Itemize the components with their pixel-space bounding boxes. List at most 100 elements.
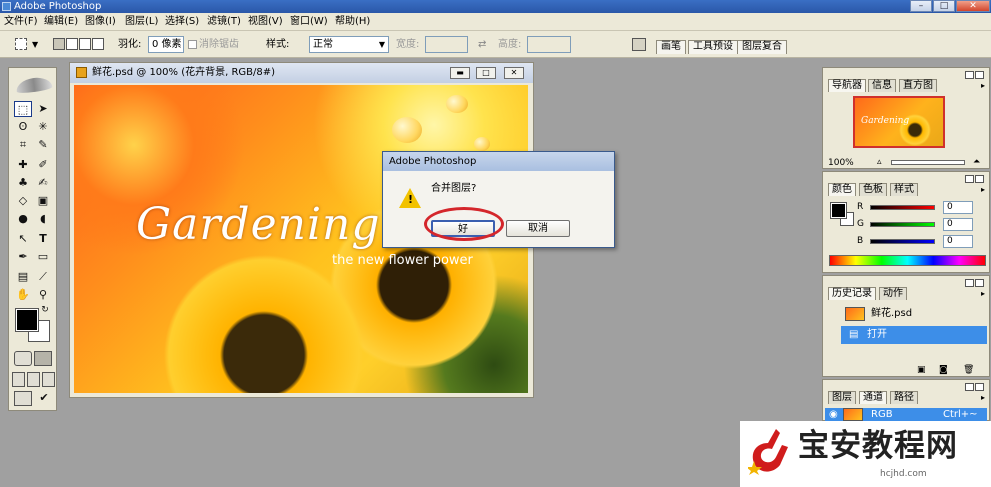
menu-help[interactable]: 帮助(H) [335,15,370,28]
panel-menu-arrow-icon[interactable]: ▸ [981,81,985,91]
style-select[interactable]: 正常 ▼ [309,36,389,53]
history-brush-tool-icon[interactable]: ✍ [34,175,52,191]
new-selection-icon[interactable] [53,38,65,50]
panel-minimize-icon[interactable] [965,71,974,79]
panel-close-icon[interactable] [975,175,984,183]
subtract-selection-icon[interactable] [79,38,91,50]
menu-select[interactable]: 选择(S) [165,15,199,28]
standard-mode-icon[interactable] [14,351,32,366]
doc-minimize-button[interactable]: ▬ [450,67,470,79]
channel-row-rgb[interactable]: ◉ RGB Ctrl+~ [825,408,987,422]
magic-wand-tool-icon[interactable]: ✳ [34,119,52,135]
doc-maximize-button[interactable]: □ [476,67,496,79]
menu-view[interactable]: 视图(V) [248,15,283,28]
zoom-tool-icon[interactable]: ⚲ [34,287,52,303]
eyedropper-tool-icon[interactable]: ⟋ [34,269,52,285]
close-button[interactable]: ✕ [956,0,990,12]
tab-layer-comps[interactable]: 图层复合 [737,40,787,54]
dialog-title[interactable]: Adobe Photoshop [383,152,614,171]
new-snapshot-icon[interactable]: ◙ [939,365,948,376]
menu-image[interactable]: 图像(I) [85,15,116,28]
blur-tool-icon[interactable]: ● [14,211,32,227]
dodge-tool-icon[interactable]: ◖ [34,211,52,227]
panel-close-icon[interactable] [975,279,984,287]
tab-layers[interactable]: 图层 [828,391,856,404]
menu-edit[interactable]: 编辑(E) [44,15,78,28]
quick-mask-mode-icon[interactable] [34,351,52,366]
brush-tool-icon[interactable]: ✐ [34,157,52,173]
height-input[interactable] [527,36,571,53]
antialias-checkbox[interactable] [188,40,197,49]
maximize-button[interactable]: □ [933,0,955,12]
pen-tool-icon[interactable]: ✒ [14,249,32,265]
lasso-tool-icon[interactable]: ʘ [14,119,32,135]
document-title-bar[interactable]: 鲜花.psd @ 100% (花卉背景, RGB/8#) ▬ □ ✕ [70,63,533,83]
path-selection-tool-icon[interactable]: ↖ [14,231,32,247]
notes-tool-icon[interactable]: ▤ [14,269,32,285]
tab-channels[interactable]: 通道 [859,391,887,404]
green-value-input[interactable]: 0 [943,218,973,231]
cancel-button[interactable]: 取消 [506,220,570,237]
healing-brush-tool-icon[interactable]: ✚ [14,157,32,173]
panel-minimize-icon[interactable] [965,175,974,183]
hand-tool-icon[interactable]: ✋ [14,287,32,303]
tab-info[interactable]: 信息 [868,79,896,92]
clone-stamp-tool-icon[interactable]: ♣ [14,175,32,191]
panel-minimize-icon[interactable] [965,383,974,391]
red-value-input[interactable]: 0 [943,201,973,214]
navigator-thumbnail[interactable]: Gardening [853,96,945,148]
eye-icon[interactable]: ◉ [829,408,838,422]
menu-window[interactable]: 窗口(W) [290,15,328,28]
marquee-tool-icon[interactable]: ⬚ [14,101,32,117]
tab-paths[interactable]: 路径 [890,391,918,404]
swap-dimensions-icon[interactable]: ⇄ [478,38,486,51]
palette-well-icon[interactable] [632,38,646,51]
panel-close-icon[interactable] [975,383,984,391]
history-step-row[interactable]: ▤ 打开 [841,326,987,344]
slice-tool-icon[interactable]: ✎ [34,137,52,153]
panel-menu-arrow-icon[interactable]: ▸ [981,393,985,403]
blue-value-input[interactable]: 0 [943,235,973,248]
menu-filter[interactable]: 滤镜(T) [207,15,241,28]
tab-actions[interactable]: 动作 [879,287,907,300]
screen-mode-standard-icon[interactable] [12,372,25,387]
zoom-out-icon[interactable]: ▵ [877,157,882,168]
zoom-in-icon[interactable]: ⏶ [973,157,980,168]
gradient-tool-icon[interactable]: ▣ [34,193,52,209]
preset-dropdown-arrow-icon[interactable]: ▼ [32,38,38,51]
swap-colors-icon[interactable]: ↻ [39,304,51,316]
jump-to-imageready-icon[interactable] [14,391,32,406]
eraser-tool-icon[interactable]: ◇ [14,193,32,209]
color-foreground-swatch[interactable] [830,202,847,219]
type-tool-icon[interactable]: T [34,231,52,247]
panel-menu-arrow-icon[interactable]: ▸ [981,185,985,195]
tab-history[interactable]: 历史记录 [828,287,876,300]
screen-mode-full-icon[interactable] [42,372,55,387]
tab-styles[interactable]: 样式 [890,183,918,196]
tab-swatches[interactable]: 色板 [859,183,887,196]
foreground-color-swatch[interactable] [15,308,39,332]
color-spectrum-bar[interactable] [829,255,986,266]
shape-tool-icon[interactable]: ▭ [34,249,52,265]
trash-icon[interactable]: 🗑 [963,365,974,376]
imageready-check-icon[interactable]: ✔ [35,390,53,406]
menu-file[interactable]: 文件(F) [4,15,38,28]
blue-slider[interactable] [870,239,935,244]
tab-navigator[interactable]: 导航器 [828,79,866,92]
intersect-selection-icon[interactable] [92,38,104,50]
green-slider[interactable] [870,222,935,227]
panel-menu-arrow-icon[interactable]: ▸ [981,289,985,299]
tab-color[interactable]: 颜色 [828,183,856,196]
red-slider[interactable] [870,205,935,210]
panel-minimize-icon[interactable] [965,279,974,287]
marquee-preset-icon[interactable] [15,38,27,50]
menu-layer[interactable]: 图层(L) [125,15,158,28]
tab-histogram[interactable]: 直方图 [899,79,937,92]
navigator-zoom-value[interactable]: 100% [828,158,854,169]
minimize-button[interactable]: – [910,0,932,12]
doc-close-button[interactable]: ✕ [504,67,524,79]
width-input[interactable] [425,36,468,53]
tab-brushes[interactable]: 画笔 [656,40,686,54]
screen-mode-full-menu-icon[interactable] [27,372,40,387]
add-selection-icon[interactable] [66,38,78,50]
